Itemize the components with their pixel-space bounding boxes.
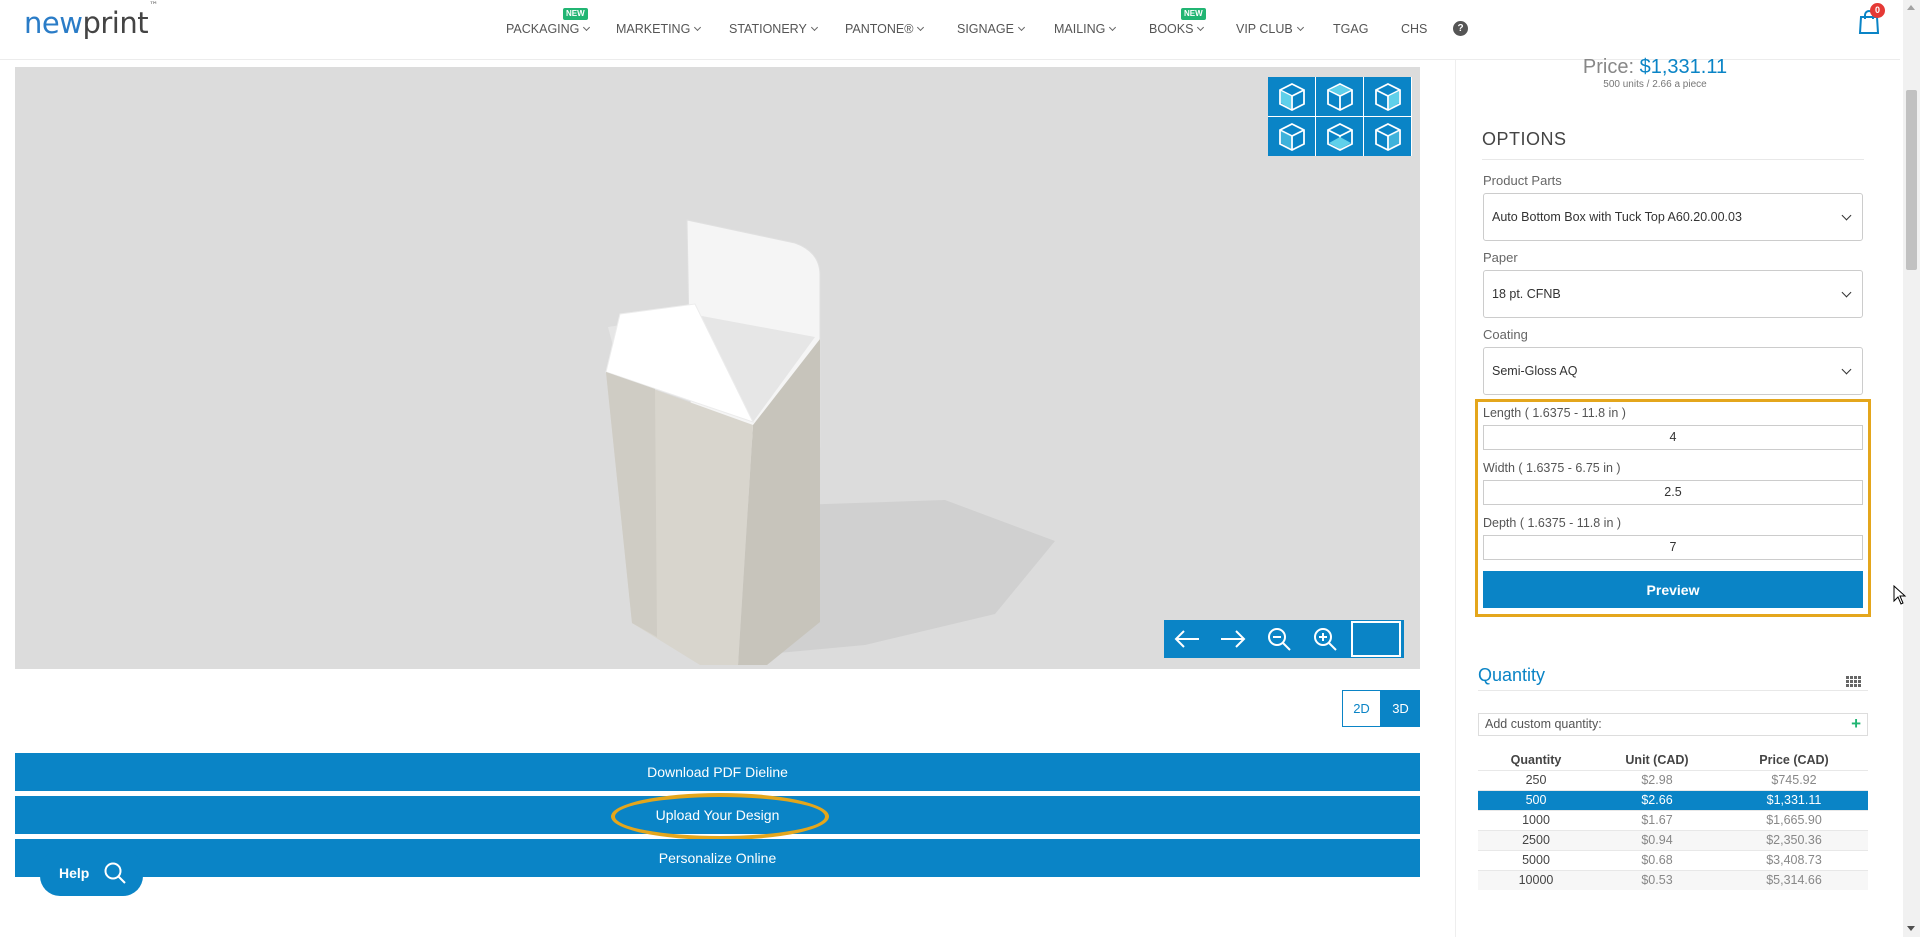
quantity-price-table: Quantity Unit (CAD) Price (CAD) 250 $2.9… [1478, 750, 1868, 890]
cube-top-icon[interactable] [1316, 117, 1363, 156]
quantity-heading: Quantity [1478, 665, 1546, 685]
upload-your-design-button[interactable]: Upload Your Design [15, 796, 1420, 834]
table-row[interactable]: 2500 $0.94 $2,350.36 [1478, 829, 1868, 850]
table-row[interactable]: 250 $2.98 $745.92 [1478, 769, 1868, 790]
nav-badge-books: NEW [1181, 8, 1206, 20]
toggle-3d-button[interactable]: 3D [1381, 690, 1420, 727]
help-widget[interactable]: Help [40, 850, 143, 896]
price-per-unit: 500 units / 2.66 a piece [1603, 79, 1707, 90]
mouse-cursor-icon [1893, 585, 1907, 605]
product-parts-select[interactable]: Auto Bottom Box with Tuck Top A60.20.00.… [1483, 193, 1863, 241]
chevron-down-icon [1841, 287, 1852, 298]
paper-select[interactable]: 18 pt. CFNB [1483, 270, 1863, 318]
nav-item-packaging[interactable]: PACKAGING [506, 22, 591, 36]
logo-trademark: ™ [149, 1, 158, 12]
cube-left-icon[interactable] [1268, 117, 1315, 156]
column-header-price: Price (CAD) [1759, 752, 1829, 767]
options-heading: OPTIONS [1482, 129, 1567, 149]
length-label: Length ( 1.6375 - 11.8 in ) [1483, 406, 1626, 420]
site-header: newprint™ NEW PACKAGING MARKETING STATIO… [0, 0, 1900, 60]
depth-label: Depth ( 1.6375 - 11.8 in ) [1483, 516, 1622, 530]
nav-item-tgag[interactable]: TGAG [1333, 22, 1368, 36]
view-mode-toggle: 2D 3D [1342, 690, 1420, 727]
options-divider [1482, 159, 1864, 160]
view-angle-grid [1268, 77, 1412, 156]
nav-item-chs[interactable]: CHS [1401, 22, 1427, 36]
price-value: $1,331.11 [1639, 56, 1728, 78]
length-input[interactable]: 4 [1483, 425, 1863, 450]
chevron-down-icon [1841, 364, 1852, 375]
quantity-divider [1478, 690, 1868, 691]
grid-view-icon[interactable] [1846, 676, 1861, 687]
zoom-in-icon[interactable] [1302, 620, 1348, 658]
preview-button[interactable]: Preview [1483, 571, 1863, 608]
cube-bottom-icon[interactable] [1364, 117, 1411, 156]
help-question-icon[interactable]: ? [1453, 21, 1468, 36]
custom-quantity-input[interactable]: Add custom quantity: + [1478, 713, 1868, 736]
logo-text-new: new [24, 6, 83, 40]
nav-item-signage[interactable]: SIGNAGE [957, 22, 1026, 36]
add-quantity-plus-icon[interactable]: + [1851, 713, 1861, 734]
box-3d-model [605, 219, 1055, 665]
cube-back-icon[interactable] [1316, 77, 1363, 116]
custom-quantity-placeholder: Add custom quantity: [1485, 717, 1602, 731]
coating-value: Semi-Gloss AQ [1492, 364, 1578, 378]
zoom-out-icon[interactable] [1256, 620, 1302, 658]
price-label: Price: [1582, 56, 1635, 78]
product-parts-label: Product Parts [1483, 173, 1562, 188]
coating-select[interactable]: Semi-Gloss AQ [1483, 347, 1863, 395]
coating-label: Coating [1483, 327, 1528, 342]
nav-item-marketing[interactable]: MARKETING [616, 22, 702, 36]
search-icon [104, 862, 127, 884]
table-header-row: Quantity Unit (CAD) Price (CAD) [1478, 750, 1868, 770]
fullscreen-button[interactable] [1348, 620, 1404, 658]
table-row-selected[interactable]: 500 $2.66 $1,331.11 [1478, 789, 1868, 810]
nav-badge-packaging: NEW [563, 8, 588, 20]
scrollbar-thumb[interactable] [1906, 90, 1917, 270]
personalize-online-button[interactable]: Personalize Online [15, 839, 1420, 877]
depth-input[interactable]: 7 [1483, 535, 1863, 560]
table-row[interactable]: 1000 $1.67 $1,665.90 [1478, 809, 1868, 830]
nav-item-stationery[interactable]: STATIONERY [729, 22, 818, 36]
newprint-logo[interactable]: newprint™ [24, 1, 158, 40]
width-input[interactable]: 2.5 [1483, 480, 1863, 505]
scroll-down-arrow-icon[interactable] [1907, 926, 1915, 931]
arrow-right-icon[interactable] [1210, 620, 1256, 658]
table-row[interactable]: 5000 $0.68 $3,408.73 [1478, 849, 1868, 870]
price-display: Price: $1,331.11 [1455, 56, 1855, 79]
logo-text-print: print [82, 6, 149, 40]
scroll-up-arrow-icon[interactable] [1907, 5, 1915, 10]
nav-item-books[interactable]: BOOKS [1149, 22, 1205, 36]
column-header-unit: Unit (CAD) [1625, 752, 1689, 767]
product-parts-value: Auto Bottom Box with Tuck Top A60.20.00.… [1492, 210, 1742, 224]
table-row[interactable]: 10000 $0.53 $5,314.66 [1478, 869, 1868, 890]
cube-right-icon[interactable] [1364, 77, 1411, 116]
download-pdf-dieline-button[interactable]: Download PDF Dieline [15, 753, 1420, 791]
cart-count-badge: 0 [1870, 3, 1885, 18]
column-header-quantity: Quantity [1510, 752, 1562, 767]
3d-preview-canvas[interactable] [15, 67, 1420, 669]
paper-value: 18 pt. CFNB [1492, 287, 1561, 301]
toggle-2d-button[interactable]: 2D [1342, 690, 1381, 727]
viewer-controls [1164, 620, 1404, 658]
help-widget-label: Help [59, 865, 90, 881]
paper-label: Paper [1483, 250, 1518, 265]
nav-item-mailing[interactable]: MAILING [1054, 22, 1117, 36]
arrow-left-icon[interactable] [1164, 620, 1210, 658]
nav-item-pantone[interactable]: PANTONE® [845, 22, 925, 36]
chevron-down-icon [1841, 210, 1852, 221]
nav-item-vip-club[interactable]: VIP CLUB [1236, 22, 1304, 36]
cube-front-icon[interactable] [1268, 77, 1315, 116]
width-label: Width ( 1.6375 - 6.75 in ) [1483, 461, 1621, 475]
